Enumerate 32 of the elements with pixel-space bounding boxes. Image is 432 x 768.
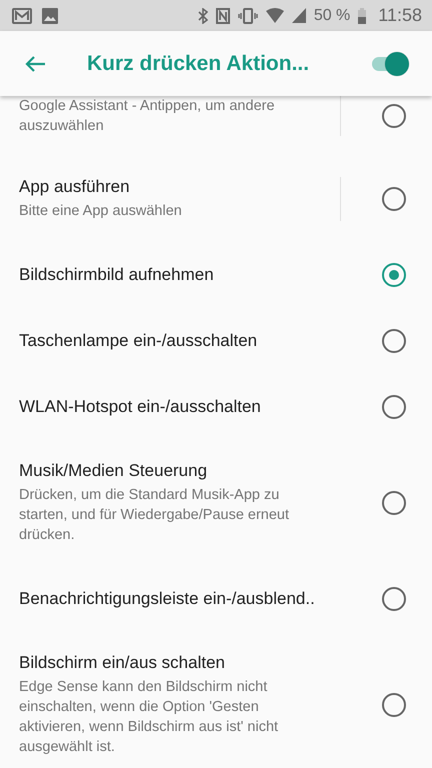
radio-button[interactable] xyxy=(382,329,406,353)
back-arrow-icon[interactable] xyxy=(24,54,46,72)
image-icon xyxy=(42,8,58,24)
screen-title: Kurz drücken Aktion... xyxy=(87,52,310,76)
nfc-icon xyxy=(216,8,230,24)
option-title: Musik/Medien Steuerung xyxy=(19,461,208,481)
mail-icon xyxy=(12,8,32,24)
option-title: Taschenlampe ein-/ausschalten xyxy=(19,331,258,351)
radio-button[interactable] xyxy=(382,187,406,211)
option-title: WLAN-Hotspot ein-/ausschalten xyxy=(19,397,262,417)
signal-icon xyxy=(292,8,306,23)
wifi-icon xyxy=(266,8,284,23)
option-description: Google Assistant - Antippen, um andere auszuwählen xyxy=(19,97,276,136)
radio-button[interactable] xyxy=(382,491,406,515)
option-description: Bitte eine App auswählen xyxy=(19,202,183,221)
radio-button[interactable] xyxy=(382,693,406,717)
clock: 11:58 xyxy=(378,5,422,26)
radio-button[interactable] xyxy=(382,263,406,287)
battery-percent: 50 % xyxy=(314,6,350,24)
option-description: Drücken, um die Standard Musik-App zu starten, und für Wiedergabe/Pause erneut drücken. xyxy=(19,486,290,545)
radio-button[interactable] xyxy=(382,395,406,419)
option-title: Benachrichtigungsleiste ein-/ausblend.. xyxy=(19,589,316,609)
option-title: Bildschirm ein/aus schalten xyxy=(19,653,226,673)
option-description: Edge Sense kann den Bildschirm nicht einschalten, wenn die Option 'Gesten aktivieren, wenn Bildschirm aus ist' nicht ausgewählt ist. xyxy=(19,678,280,757)
bluetooth-icon xyxy=(198,8,208,24)
option-title: Bildschirmbild aufnehmen xyxy=(19,265,215,285)
radio-button[interactable] xyxy=(382,587,406,611)
toggle-switch[interactable] xyxy=(370,50,410,76)
option-title: App ausführen xyxy=(19,177,131,197)
battery-icon xyxy=(358,8,366,24)
radio-button[interactable] xyxy=(382,104,406,128)
vibrate-icon xyxy=(238,8,258,24)
